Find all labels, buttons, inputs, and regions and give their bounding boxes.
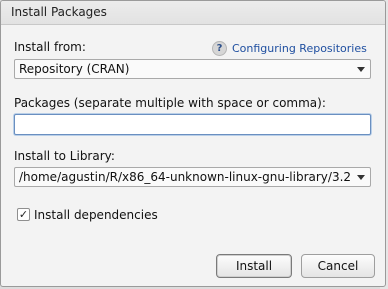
chevron-down-icon: [357, 175, 365, 180]
dialog-titlebar[interactable]: Install Packages: [1, 1, 385, 25]
install-dependencies-checkbox[interactable]: ✓: [17, 208, 30, 221]
install-from-label: Install from:: [14, 40, 86, 54]
help-icon: ?: [212, 41, 227, 56]
configuring-repositories-help[interactable]: ? Configuring Repositories: [212, 41, 367, 56]
configuring-repositories-link[interactable]: Configuring Repositories: [232, 42, 367, 55]
checkmark-icon: ✓: [18, 208, 29, 221]
packages-input[interactable]: [14, 114, 371, 135]
cancel-button[interactable]: Cancel: [301, 254, 375, 278]
dialog-title: Install Packages: [11, 5, 107, 19]
install-from-select[interactable]: Repository (CRAN): [14, 59, 371, 79]
install-packages-dialog: Install Packages Install from: ? Configu…: [0, 0, 386, 287]
chevron-down-icon: [357, 67, 365, 72]
packages-label: Packages (separate multiple with space o…: [14, 96, 326, 110]
install-to-library-label: Install to Library:: [14, 149, 115, 163]
library-value: /home/agustin/R/x86_64-unknown-linux-gnu…: [19, 170, 352, 184]
install-dependencies-label[interactable]: Install dependencies: [34, 208, 158, 222]
library-select[interactable]: /home/agustin/R/x86_64-unknown-linux-gnu…: [14, 167, 371, 187]
install-from-value: Repository (CRAN): [19, 62, 130, 76]
install-button[interactable]: Install: [216, 254, 292, 278]
